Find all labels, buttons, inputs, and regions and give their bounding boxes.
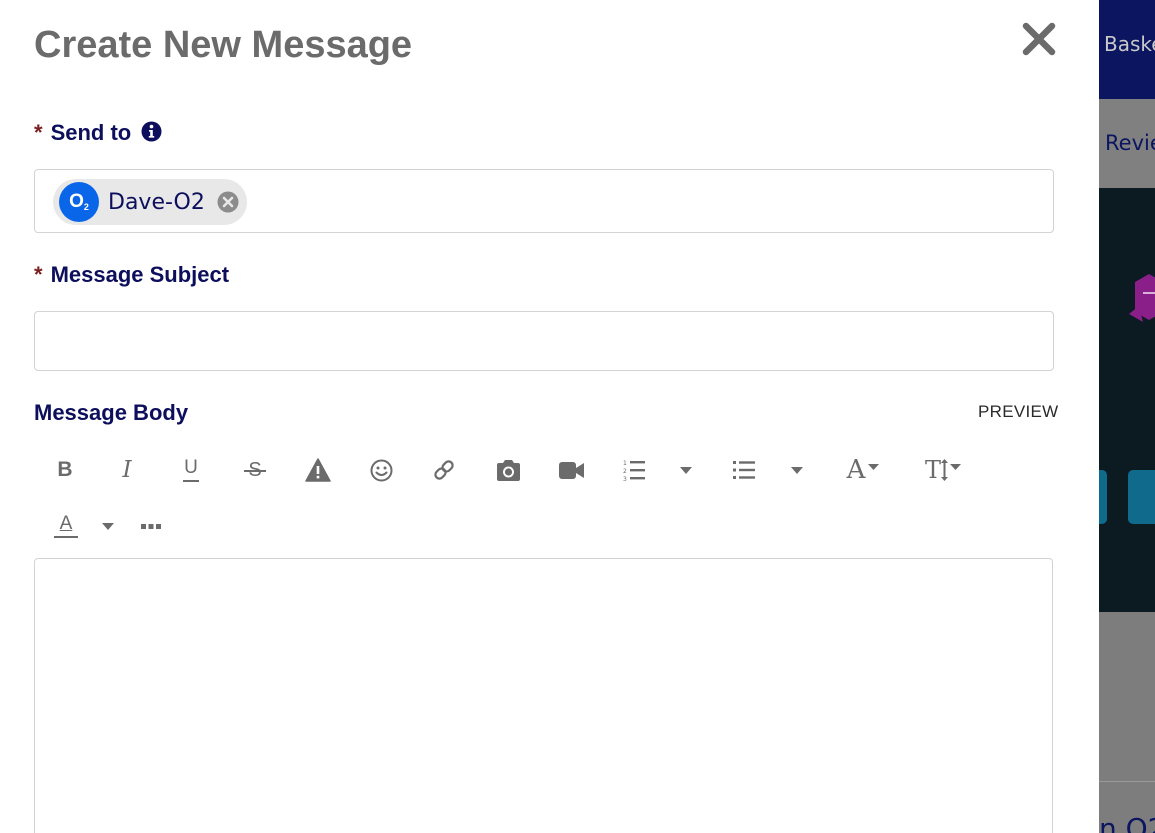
modal-title: Create New Message (34, 24, 413, 66)
background-hero-banner (1099, 188, 1155, 612)
bulleted-list-icon (733, 461, 755, 479)
avatar-letter: O (69, 191, 84, 212)
background-nav-item: Baske (1104, 32, 1155, 56)
background-divider (1099, 781, 1155, 782)
text-color-icon: A (59, 513, 73, 534)
strike-line (244, 470, 266, 472)
strikethrough-button[interactable]: S (240, 452, 270, 488)
background-content-area (1099, 612, 1155, 833)
numbered-list-icon: 1 2 3 (623, 460, 645, 481)
background-button (1099, 470, 1107, 524)
send-to-label-text: Send to (50, 120, 132, 145)
numbered-list-button[interactable]: 1 2 3 (619, 452, 649, 488)
background-button (1128, 470, 1155, 524)
more-options-button[interactable] (136, 508, 166, 544)
avatar: O2 (59, 182, 99, 222)
caret-down-icon (680, 466, 692, 474)
message-body-editor[interactable] (34, 558, 1053, 833)
text-color-button[interactable]: A (50, 508, 82, 544)
emoji-button[interactable] (366, 452, 396, 488)
vertical-arrows-icon (941, 459, 948, 481)
video-camera-icon (558, 461, 584, 479)
ellipsis-icon (141, 523, 161, 529)
background-tab-item: Revie (1105, 131, 1155, 155)
subject-label-text: Message Subject (50, 262, 230, 287)
bulleted-list-button[interactable] (729, 452, 759, 488)
caret-down-icon (950, 464, 961, 470)
svg-text:1: 1 (623, 460, 627, 467)
background-page: Baske Revie n O2 (1099, 0, 1155, 833)
body-label: Message Body (34, 400, 189, 425)
create-message-modal: Create New Message * Send to O2 Dave-O2 *… (0, 0, 1099, 833)
font-icon: A (846, 455, 866, 485)
background-tab-bar: Revie (1099, 99, 1155, 188)
italic-icon: I (122, 457, 132, 483)
svg-text:2: 2 (623, 468, 627, 475)
bold-button[interactable]: B (50, 452, 80, 488)
text-size-dropdown[interactable]: T (918, 452, 968, 488)
insert-video-button[interactable] (555, 452, 587, 488)
italic-button[interactable]: I (112, 452, 142, 488)
strikethrough-icon: S (244, 459, 266, 482)
text-size-icon: T (924, 456, 941, 484)
background-rank-badge-icon (1129, 274, 1155, 322)
subject-label: * Message Subject (34, 262, 229, 288)
caret-down-icon (791, 466, 803, 474)
underline-bar (183, 480, 199, 482)
background-top-nav: Baske (1099, 0, 1155, 99)
close-icon (1022, 22, 1056, 56)
info-icon[interactable] (141, 121, 162, 142)
close-button[interactable] (1020, 20, 1058, 58)
recipient-input[interactable]: O2 Dave-O2 (34, 169, 1054, 233)
font-family-dropdown[interactable]: A (838, 452, 888, 488)
recipient-chip[interactable]: O2 Dave-O2 (53, 179, 247, 225)
subject-input[interactable] (34, 311, 1054, 371)
insert-photo-button[interactable] (492, 452, 524, 488)
avatar-subscript: 2 (83, 201, 89, 212)
remove-recipient-icon[interactable] (217, 191, 239, 213)
spoiler-button[interactable] (303, 452, 333, 488)
send-to-label: * Send to (34, 120, 162, 146)
recipient-name: Dave-O2 (108, 189, 205, 215)
svg-text:3: 3 (623, 476, 627, 481)
insert-link-button[interactable] (429, 452, 459, 488)
bulleted-list-dropdown[interactable] (786, 452, 808, 488)
link-icon (434, 460, 454, 480)
required-marker: * (34, 120, 43, 145)
underline-button[interactable]: U (176, 452, 206, 488)
smiley-icon (370, 459, 392, 481)
background-heading: n O2 (1099, 812, 1155, 833)
underline-icon: U (184, 457, 198, 478)
warning-icon (305, 458, 331, 482)
bold-icon: B (57, 458, 73, 481)
preview-button[interactable]: PREVIEW (978, 402, 1059, 422)
text-color-dropdown[interactable] (97, 508, 119, 544)
numbered-list-dropdown[interactable] (675, 452, 697, 488)
text-color-bar (54, 536, 78, 538)
caret-down-icon (868, 464, 880, 470)
required-marker: * (34, 262, 43, 287)
camera-icon (496, 459, 520, 481)
caret-down-icon (102, 522, 114, 530)
